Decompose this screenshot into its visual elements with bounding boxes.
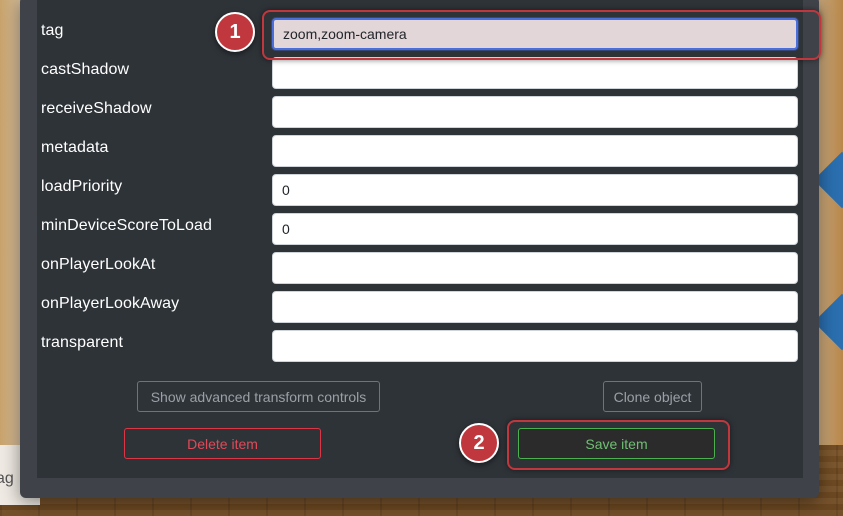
delete-item-button[interactable]: Delete item <box>124 428 321 459</box>
tag-input[interactable] <box>272 18 798 50</box>
onplayerlookat-input[interactable] <box>272 252 798 284</box>
loadpriority-input[interactable] <box>272 174 798 206</box>
field-row-castshadow: castShadow <box>41 57 798 89</box>
field-row-loadpriority: loadPriority <box>41 174 798 206</box>
metadata-input[interactable] <box>272 135 798 167</box>
transparent-input[interactable] <box>272 330 798 362</box>
save-item-button[interactable]: Save item <box>518 428 715 459</box>
clone-object-button[interactable]: Clone object <box>603 381 702 412</box>
field-label: transparent <box>41 334 124 351</box>
field-label: onPlayerLookAt <box>41 256 156 273</box>
field-label: castShadow <box>41 61 130 78</box>
field-row-onplayerlookaway: onPlayerLookAway <box>41 291 798 323</box>
receiveshadow-input[interactable] <box>272 96 798 128</box>
show-advanced-transform-button[interactable]: Show advanced transform controls <box>137 381 380 412</box>
field-label: metadata <box>41 139 109 156</box>
step-1-badge: 1 <box>215 12 255 52</box>
mindevicescore-input[interactable] <box>272 213 798 245</box>
field-row-transparent: transparent <box>41 330 798 362</box>
field-label: onPlayerLookAway <box>41 295 180 312</box>
field-label: receiveShadow <box>41 100 152 117</box>
field-row-onplayerlookat: onPlayerLookAt <box>41 252 798 284</box>
field-row-metadata: metadata <box>41 135 798 167</box>
left-edge-text: ag <box>0 470 14 487</box>
field-row-receiveshadow: receiveShadow <box>41 96 798 128</box>
field-label: loadPriority <box>41 178 123 195</box>
field-label: minDeviceScoreToLoad <box>41 217 212 234</box>
field-label: tag <box>41 22 64 39</box>
castshadow-input[interactable] <box>272 57 798 89</box>
field-row-mindevicescore: minDeviceScoreToLoad <box>41 213 798 245</box>
onplayerlookaway-input[interactable] <box>272 291 798 323</box>
step-2-badge: 2 <box>459 423 499 463</box>
field-row-tag: tag <box>41 18 798 50</box>
